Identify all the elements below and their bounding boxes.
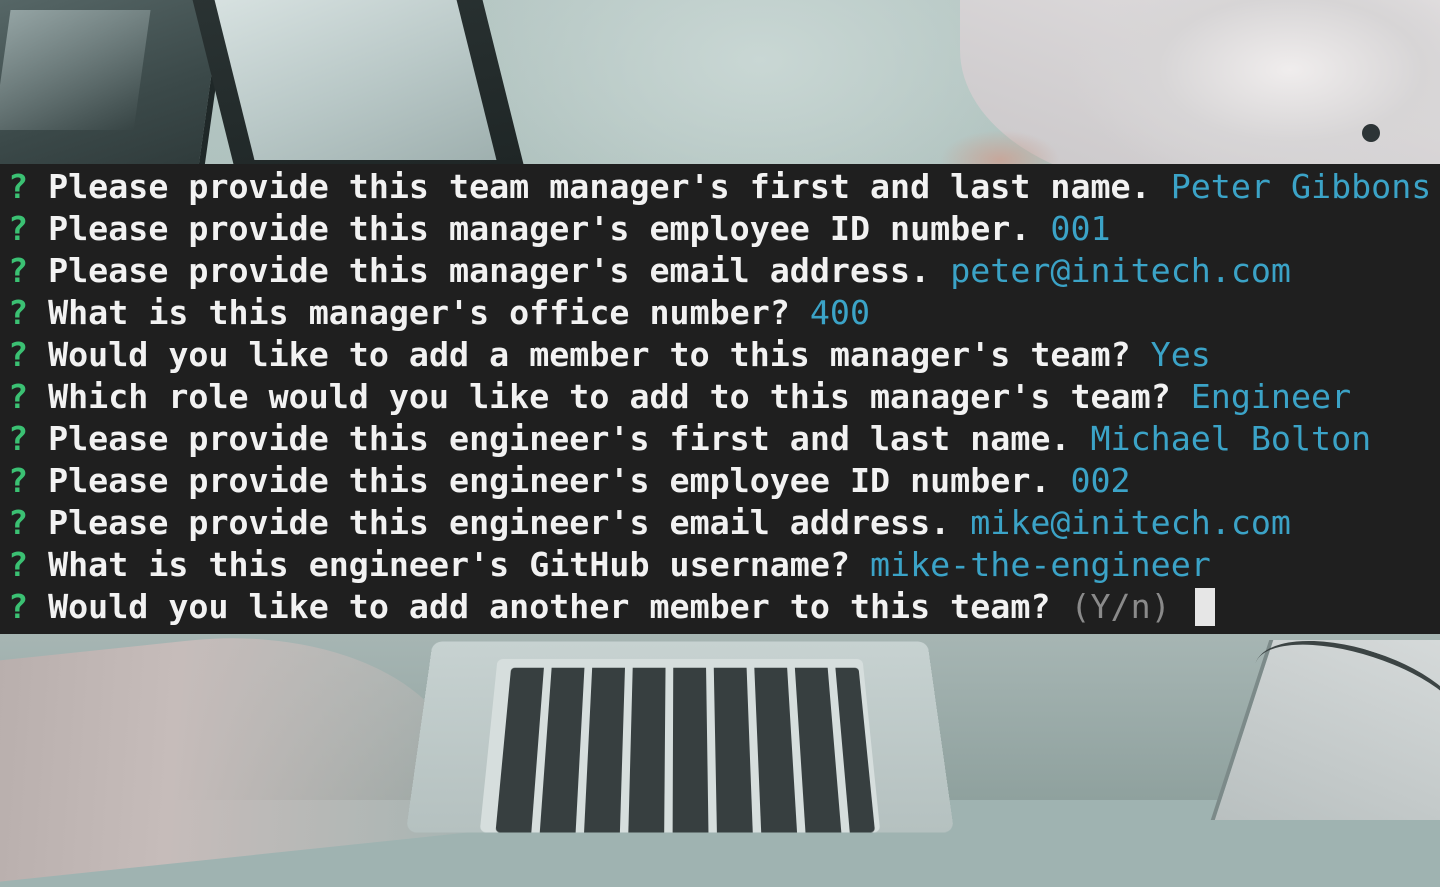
prompt-question-mark: ? [8, 419, 29, 458]
prompt-answer: mike-the-engineer [870, 545, 1211, 584]
prompt-question-mark: ? [8, 377, 29, 416]
prompt-answer: Peter Gibbons [1170, 167, 1432, 206]
prompt-question: Please provide this manager's employee I… [48, 209, 1031, 248]
terminal-line: ? Please provide this manager's employee… [0, 208, 1440, 250]
terminal-line: ? Please provide this team manager's fir… [0, 166, 1440, 208]
prompt-question: Please provide this engineer's first and… [48, 419, 1071, 458]
prompt-question: Please provide this engineer's employee … [48, 461, 1051, 500]
prompt-question-mark: ? [8, 209, 29, 248]
prompt-answer: Yes [1150, 335, 1211, 374]
terminal-line: ? Which role would you like to add to th… [0, 376, 1440, 418]
prompt-answer: 400 [809, 293, 870, 332]
prompt-question: Please provide this manager's email addr… [48, 251, 931, 290]
prompt-question: Please provide this team manager's first… [48, 167, 1151, 206]
prompt-question-mark: ? [8, 167, 29, 206]
terminal-line: ? What is this engineer's GitHub usernam… [0, 544, 1440, 586]
terminal-cursor[interactable] [1194, 588, 1215, 626]
current-prompt-hint: (Y/n) [1070, 587, 1171, 626]
prompt-question-mark: ? [8, 335, 29, 374]
prompt-question: What is this engineer's GitHub username? [48, 545, 850, 584]
background-shirt-button [1362, 124, 1380, 142]
prompt-answer: Michael Bolton [1090, 419, 1372, 458]
prompt-answer: 002 [1070, 461, 1131, 500]
prompt-question-mark: ? [8, 293, 29, 332]
terminal-line: ? Would you like to add a member to this… [0, 334, 1440, 376]
prompt-question-mark: ? [8, 461, 29, 500]
prompt-question: Please provide this engineer's email add… [48, 503, 951, 542]
terminal-window: ? Please provide this team manager's fir… [0, 164, 1440, 634]
prompt-question: Would you like to add a member to this m… [48, 335, 1131, 374]
terminal-line: ? What is this manager's office number? … [0, 292, 1440, 334]
prompt-question: What is this manager's office number? [48, 293, 790, 332]
terminal-line: ? Please provide this engineer's email a… [0, 502, 1440, 544]
background-laptop-keyboard [405, 641, 955, 833]
prompt-answer: 001 [1050, 209, 1111, 248]
current-prompt-question: Would you like to add another member to … [48, 587, 1051, 626]
terminal-line: ? Please provide this engineer's employe… [0, 460, 1440, 502]
prompt-question: Which role would you like to add to this… [48, 377, 1171, 416]
prompt-question-mark: ? [8, 587, 29, 626]
prompt-answer: peter@initech.com [950, 251, 1291, 290]
prompt-question-mark: ? [8, 545, 29, 584]
prompt-question-mark: ? [8, 251, 29, 290]
terminal-line: ? Please provide this manager's email ad… [0, 250, 1440, 292]
prompt-answer: mike@initech.com [970, 503, 1291, 542]
prompt-question-mark: ? [8, 503, 29, 542]
terminal-current-line[interactable]: ? Would you like to add another member t… [0, 586, 1440, 628]
prompt-answer: Engineer [1190, 377, 1352, 416]
terminal-line: ? Please provide this engineer's first a… [0, 418, 1440, 460]
